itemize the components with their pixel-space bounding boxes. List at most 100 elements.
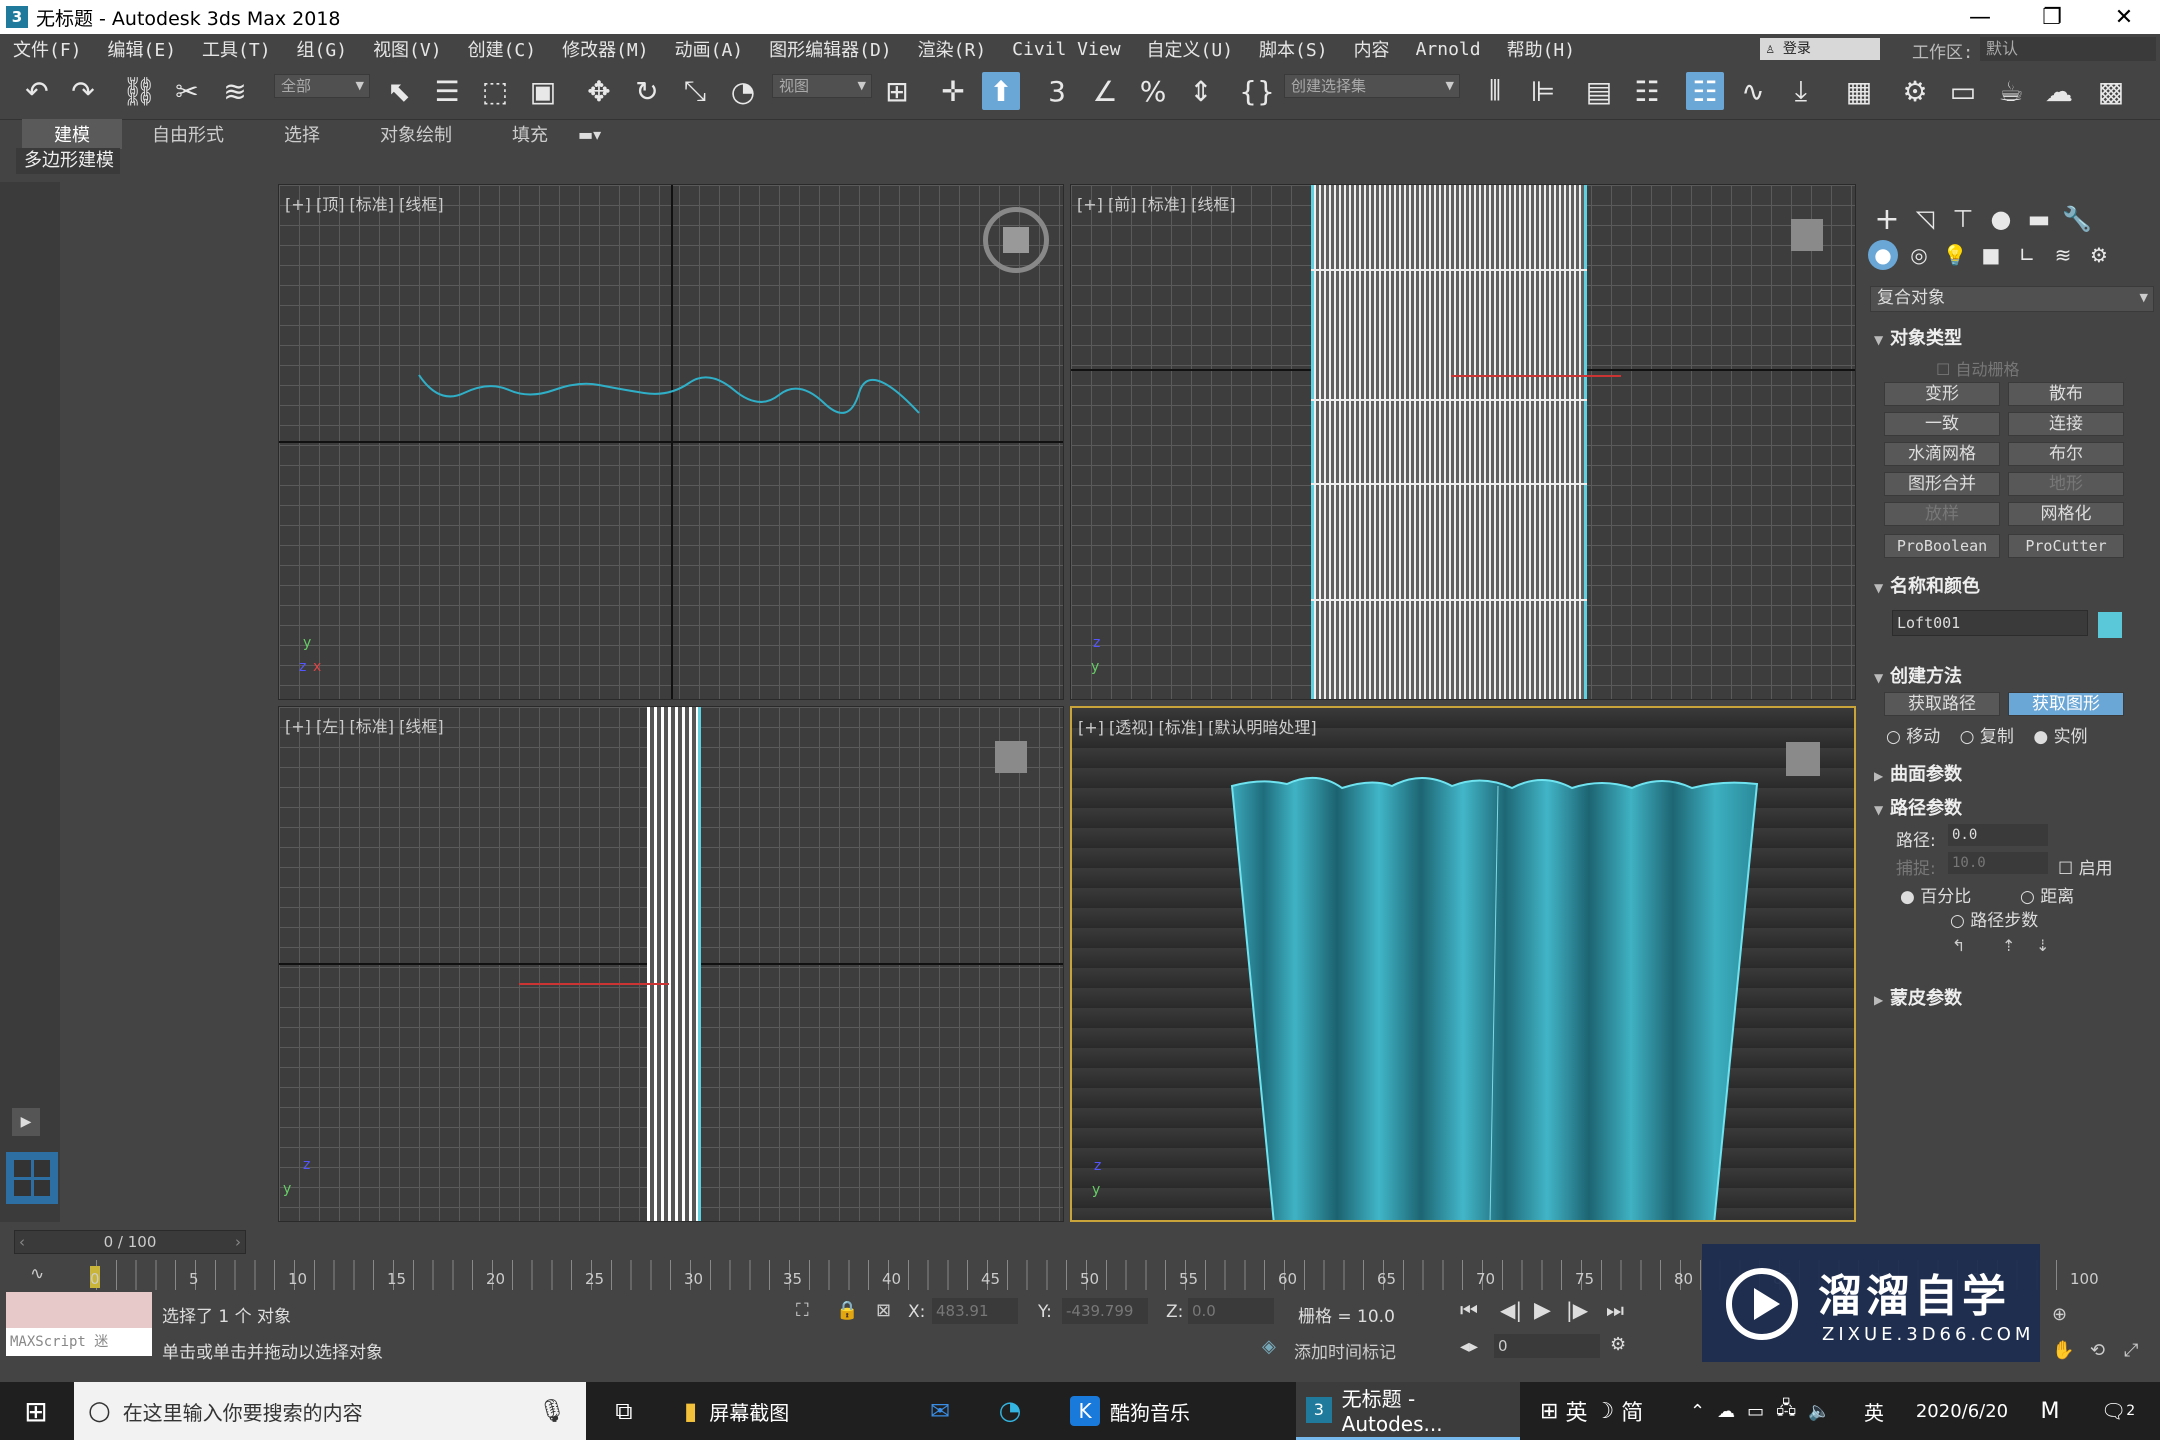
taskbar-search-box[interactable]: ○ 在这里输入你要搜索的内容 🎙 <box>74 1382 586 1440</box>
tab-modeling[interactable]: 建模 <box>22 119 122 149</box>
coord-z-input[interactable]: 0.0 <box>1188 1298 1274 1324</box>
procutter-button[interactable]: ProCutter <box>2008 534 2124 558</box>
prev-frame-icon[interactable]: ‹ <box>19 1231 25 1253</box>
cloud-icon[interactable]: ☁ <box>1717 1401 1735 1422</box>
ribbon-options-icon[interactable]: ▬▾ <box>578 125 601 144</box>
bind-space-warp-icon[interactable]: ≋ <box>216 72 254 110</box>
viewcube-icon[interactable] <box>1791 219 1823 251</box>
loft-object-side[interactable] <box>647 707 701 1221</box>
snap-spinner[interactable]: 10.0 <box>1948 852 2048 874</box>
radio-percent[interactable]: ● 百分比 <box>1900 882 1971 907</box>
shapes-icon[interactable]: ◎ <box>1904 240 1934 270</box>
key-mode-icon[interactable]: ◂▸ <box>1460 1336 1478 1357</box>
undo-icon[interactable]: ↶ <box>18 72 56 110</box>
system-tray[interactable]: ⌃ ☁ ▭ 🖧 🔈 <box>1690 1382 1850 1440</box>
helpers-icon[interactable]: ∟ <box>2012 240 2042 270</box>
task-view-icon[interactable]: ⧉ <box>604 1382 644 1440</box>
viewport-left-label[interactable]: [+] [左] [标准] [线框] <box>285 713 444 737</box>
absolute-mode-icon[interactable]: ⊠ <box>876 1300 891 1321</box>
modify-tab-icon[interactable]: ◹ <box>1906 200 1944 238</box>
battery-icon[interactable]: ▭ <box>1747 1401 1764 1422</box>
select-by-name-icon[interactable]: ☰ <box>428 72 466 110</box>
microphone-icon[interactable]: 🎙 <box>538 1399 566 1424</box>
edge-icon[interactable]: ◔ <box>990 1382 1030 1440</box>
viewport-top[interactable]: [+] [顶] [标准] [线框] y z x <box>278 184 1064 700</box>
layer-explorer-icon[interactable]: ▤ <box>1580 72 1618 110</box>
prev-shape-icon[interactable]: ⇡ <box>2002 936 2015 955</box>
proboolean-button[interactable]: ProBoolean <box>1884 534 2000 558</box>
motion-tab-icon[interactable]: ● <box>1982 200 2020 238</box>
viewport-perspective[interactable]: [+] [透视] [标准] [默认明暗处理] z y <box>1070 706 1856 1222</box>
radio-distance[interactable]: ○ 距离 <box>2020 882 2074 907</box>
blobmesh-button[interactable]: 水滴网格 <box>1884 442 2000 466</box>
tray-chevron-icon[interactable]: ⌃ <box>1690 1401 1705 1422</box>
select-object-icon[interactable]: ⬉ <box>380 72 418 110</box>
lights-icon[interactable]: 💡 <box>1940 240 1970 270</box>
minimize-button[interactable]: — <box>1944 0 2016 34</box>
move-icon[interactable]: ✥ <box>580 72 618 110</box>
rect-selection-icon[interactable]: ⬚ <box>476 72 514 110</box>
snaps-toggle-icon[interactable]: 3 <box>1038 72 1076 110</box>
viewcube-icon[interactable] <box>995 741 1027 773</box>
geometry-icon[interactable]: ● <box>1868 240 1898 270</box>
reference-coord-dropdown[interactable]: 视图 <box>772 74 872 98</box>
viewcube-icon[interactable] <box>983 207 1049 273</box>
notification-center[interactable]: 🗨 2 <box>2088 1382 2148 1440</box>
coord-x-input[interactable]: 483.91 <box>932 1298 1018 1324</box>
viewcube-icon[interactable] <box>1786 742 1820 776</box>
rollout-name-color[interactable]: ▼ 名称和颜色 <box>1874 572 2152 597</box>
systems-icon[interactable]: ⚙ <box>2084 240 2114 270</box>
menu-civil-view[interactable]: Civil View <box>999 39 1133 60</box>
get-path-button[interactable]: 获取路径 <box>1884 692 2000 716</box>
rollout-object-type[interactable]: ▼ 对象类型 <box>1874 324 2152 349</box>
menu-create[interactable]: 创建(C) <box>455 36 550 62</box>
pan-icon[interactable]: ✋ <box>2052 1340 2074 1361</box>
radio-copy[interactable]: ○ 复制 <box>1960 727 2014 747</box>
taskbar-app-3dsmax[interactable]: 3 无标题 - Autodes... <box>1296 1382 1520 1440</box>
time-config-icon[interactable]: ⚙ <box>1610 1334 1626 1355</box>
rollout-creation-method[interactable]: ▼ 创建方法 <box>1874 662 2152 687</box>
previous-frame-icon[interactable]: ◀| <box>1500 1298 1522 1322</box>
maxscript-listener-input[interactable]: MAXScript 迷 <box>6 1328 152 1356</box>
add-time-tag[interactable]: 添加时间标记 <box>1294 1338 1396 1363</box>
menu-edit[interactable]: 编辑(E) <box>95 36 190 62</box>
play-icon[interactable]: ▶ <box>1534 1298 1551 1323</box>
loft-object-wireframe[interactable] <box>1311 185 1587 699</box>
angle-snap-icon[interactable]: ∠ <box>1086 72 1124 110</box>
close-button[interactable]: ✕ <box>2088 0 2160 34</box>
viewport-left[interactable]: [+] [左] [标准] [线框] z y <box>278 706 1064 1222</box>
window-crossing-icon[interactable]: ▣ <box>524 72 562 110</box>
render-setup-icon[interactable]: ⚙ <box>1896 72 1934 110</box>
lock-selection-icon[interactable]: 🔒 <box>836 1300 858 1321</box>
volume-icon[interactable]: 🔈 <box>1808 1401 1830 1422</box>
loft-button[interactable]: 放样 <box>1884 502 2000 526</box>
tab-object-paint[interactable]: 对象绘制 <box>350 121 482 147</box>
pivot-center-icon[interactable]: ⊞ <box>878 72 916 110</box>
menu-group[interactable]: 组(G) <box>284 36 361 62</box>
category-dropdown[interactable]: 复合对象 <box>1870 286 2154 312</box>
get-shape-button[interactable]: 获取图形 <box>2008 692 2124 716</box>
menu-scripting[interactable]: 脚本(S) <box>1246 36 1341 62</box>
mirror-icon[interactable]: ⫴ <box>1476 72 1514 110</box>
rollout-surface-params[interactable]: ▶ 曲面参数 <box>1874 760 2152 785</box>
morph-button[interactable]: 变形 <box>1884 382 2000 406</box>
clock-date[interactable]: 2020/6/20 <box>1902 1382 2022 1440</box>
radio-move[interactable]: ○ 移动 <box>1886 727 1940 747</box>
next-frame-icon[interactable]: |▶ <box>1566 1298 1588 1322</box>
render-cloud-icon[interactable]: ☁ <box>2040 72 2078 110</box>
scale-icon[interactable]: ⤡ <box>676 72 714 110</box>
create-tab-icon[interactable]: + <box>1868 200 1906 238</box>
edit-named-selection-icon[interactable]: {} <box>1238 72 1276 110</box>
menu-file[interactable]: 文件(F) <box>0 36 95 62</box>
menu-tools[interactable]: 工具(T) <box>189 36 284 62</box>
viewport-front[interactable]: [+] [前] [标准] [线框] z y <box>1070 184 1856 700</box>
connect-button[interactable]: 连接 <box>2008 412 2124 436</box>
menu-customize[interactable]: 自定义(U) <box>1134 36 1247 62</box>
time-slider[interactable]: ‹ 0 / 100 › <box>14 1230 246 1254</box>
maxscript-listener-top[interactable] <box>6 1292 152 1328</box>
viewcube-face[interactable] <box>1003 227 1029 253</box>
named-selection-dropdown[interactable]: 创建选择集 <box>1284 74 1460 98</box>
percent-snap-icon[interactable]: % <box>1134 72 1172 110</box>
viewport-layout-icon[interactable] <box>6 1152 58 1204</box>
pen-workspace-icon[interactable]: M <box>2030 1382 2070 1440</box>
